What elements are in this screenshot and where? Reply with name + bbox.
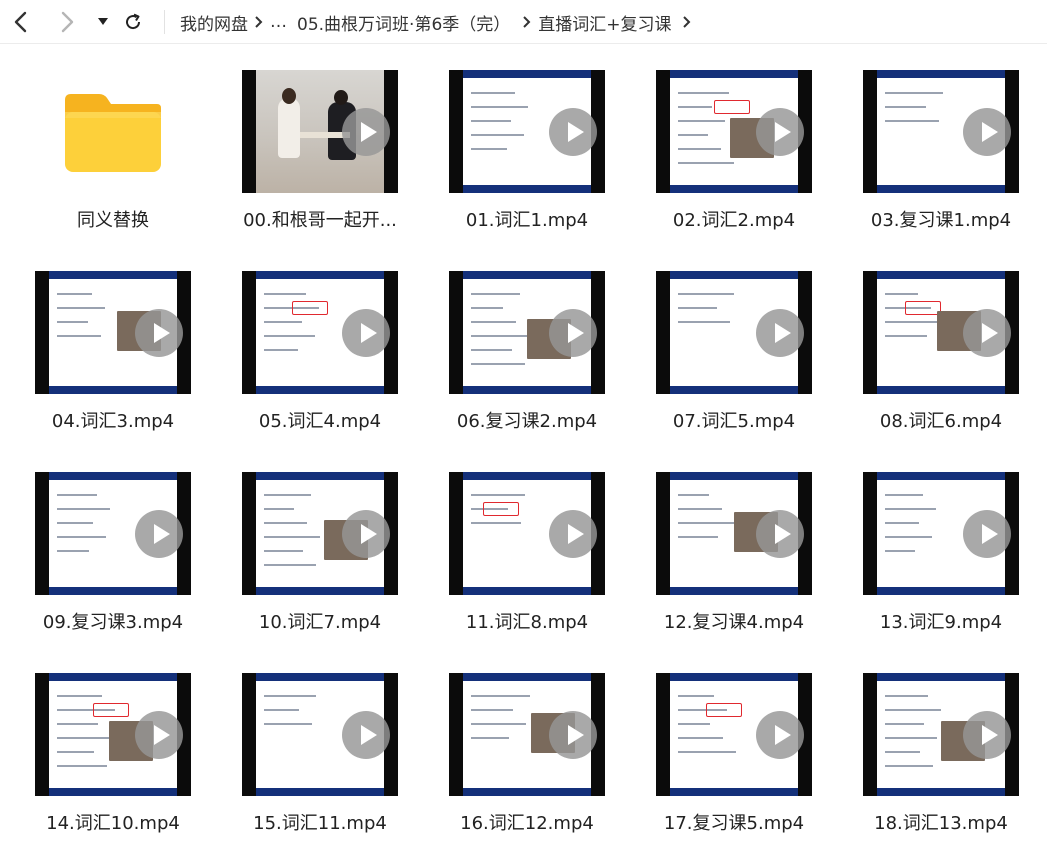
file-name: 16.词汇12.mp4 [460,813,594,834]
video-thumbnail [449,673,605,796]
video-item[interactable]: 06.复习课2.mp4 [427,271,627,441]
video-thumbnail [449,70,605,193]
play-icon [549,308,597,357]
file-name: 同义替换 [77,210,149,231]
toolbar: 我的网盘 … 05.曲根万词班·第6季（完） 直播词汇+复习课 [0,0,1047,44]
video-thumbnail [242,271,398,394]
video-item[interactable]: 17.复习课5.mp4 [634,673,834,843]
file-name: 07.词汇5.mp4 [672,411,796,432]
play-icon [963,308,1011,357]
video-item[interactable]: 00.和根哥一起开... [220,70,420,240]
folder-item[interactable]: 同义替换 [13,70,213,240]
video-item[interactable]: 13.词汇9.mp4 [841,472,1041,642]
play-icon [135,308,183,357]
video-item[interactable]: 10.词汇7.mp4 [220,472,420,642]
video-item[interactable]: 11.词汇8.mp4 [427,472,627,642]
video-item[interactable]: 16.词汇12.mp4 [427,673,627,843]
file-name: 18.词汇13.mp4 [874,813,1008,834]
toolbar-divider [164,10,165,34]
video-item[interactable]: 09.复习课3.mp4 [13,472,213,642]
video-item[interactable]: 08.词汇6.mp4 [841,271,1041,441]
file-name: 04.词汇3.mp4 [51,411,175,432]
video-thumbnail [656,70,812,193]
video-thumbnail [35,271,191,394]
chevron-right-icon [676,15,698,29]
chevron-right-icon [248,15,270,29]
chevron-right-icon [61,11,74,33]
play-icon [963,509,1011,558]
forward-button[interactable] [52,7,82,37]
file-name: 10.词汇7.mp4 [258,612,382,633]
video-thumbnail [863,673,1019,796]
play-icon [135,710,183,759]
file-name: 01.词汇1.mp4 [465,210,589,231]
play-icon [963,107,1011,156]
breadcrumb-item-root[interactable]: 我的网盘 [180,10,248,35]
video-thumbnail [242,673,398,796]
video-thumbnail [242,70,398,193]
video-thumbnail [242,472,398,595]
video-thumbnail [863,271,1019,394]
video-item[interactable]: 02.词汇2.mp4 [634,70,834,240]
play-icon [756,308,804,357]
caret-down-icon [98,18,108,25]
play-icon [342,710,390,759]
play-icon [135,509,183,558]
video-thumbnail [449,472,605,595]
chevron-left-icon [14,11,27,33]
video-item[interactable]: 14.词汇10.mp4 [13,673,213,843]
video-thumbnail [656,271,812,394]
file-name: 17.复习课5.mp4 [663,813,805,834]
chevron-right-icon [516,15,538,29]
video-item[interactable]: 03.复习课1.mp4 [841,70,1041,240]
play-icon [756,509,804,558]
file-name: 12.复习课4.mp4 [663,612,805,633]
video-thumbnail [35,472,191,595]
refresh-button[interactable] [118,7,148,37]
video-item[interactable]: 15.词汇11.mp4 [220,673,420,843]
video-item[interactable]: 12.复习课4.mp4 [634,472,834,642]
video-item[interactable]: 05.词汇4.mp4 [220,271,420,441]
video-thumbnail [656,472,812,595]
file-name: 09.复习课3.mp4 [42,612,184,633]
play-icon [756,710,804,759]
breadcrumb-item-ellipsis[interactable]: … [270,12,287,32]
file-name: 08.词汇6.mp4 [879,411,1003,432]
video-item[interactable]: 18.词汇13.mp4 [841,673,1041,843]
file-name: 05.词汇4.mp4 [258,411,382,432]
file-name: 06.复习课2.mp4 [456,411,598,432]
file-name: 15.词汇11.mp4 [253,813,387,834]
breadcrumb: 我的网盘 … 05.曲根万词班·第6季（完） 直播词汇+复习课 [180,0,698,44]
back-button[interactable] [6,7,36,37]
video-thumbnail [449,271,605,394]
file-name: 03.复习课1.mp4 [870,210,1012,231]
video-thumbnail [656,673,812,796]
file-name: 14.词汇10.mp4 [46,813,180,834]
video-thumbnail [35,673,191,796]
folder-icon [61,92,165,174]
play-icon [963,710,1011,759]
video-item[interactable]: 01.词汇1.mp4 [427,70,627,240]
video-item[interactable]: 07.词汇5.mp4 [634,271,834,441]
play-icon [756,107,804,156]
video-thumbnail [863,472,1019,595]
breadcrumb-item-current[interactable]: 直播词汇+复习课 [538,10,671,35]
file-name: 02.词汇2.mp4 [672,210,796,231]
video-item[interactable]: 04.词汇3.mp4 [13,271,213,441]
play-icon [549,107,597,156]
refresh-icon [126,13,141,30]
file-name: 13.词汇9.mp4 [879,612,1003,633]
file-name: 11.词汇8.mp4 [465,612,589,633]
video-thumbnail [863,70,1019,193]
breadcrumb-item-course[interactable]: 05.曲根万词班·第6季（完） [297,10,510,35]
file-name: 00.和根哥一起开... [243,210,397,231]
play-icon [342,308,390,357]
history-dropdown-button[interactable] [88,7,118,37]
play-icon [342,107,390,156]
play-icon [342,509,390,558]
play-icon [549,509,597,558]
play-icon [549,710,597,759]
